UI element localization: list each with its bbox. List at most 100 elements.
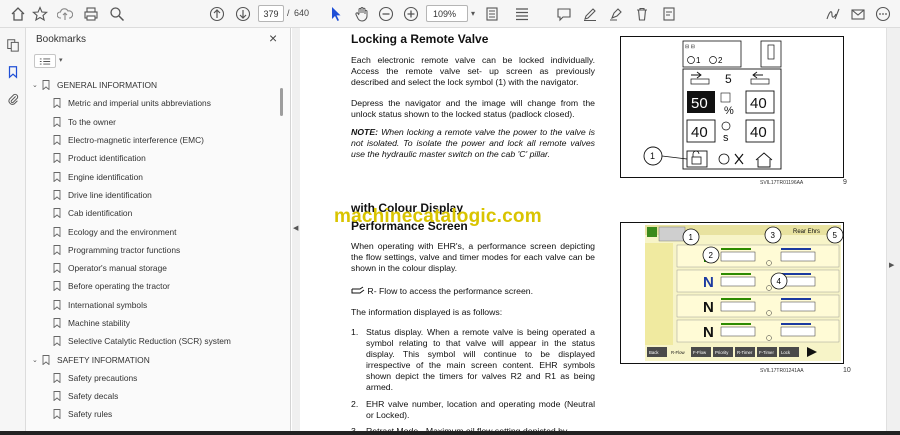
svg-text:40: 40 xyxy=(750,124,767,141)
bookmark-item[interactable]: Safety rules xyxy=(26,405,278,423)
attachment-icon[interactable] xyxy=(4,90,22,108)
page-number-input[interactable]: 379 xyxy=(258,5,284,22)
stamp-icon[interactable] xyxy=(659,4,679,24)
svg-text:F-Flow: F-Flow xyxy=(693,350,707,355)
chevron-down-icon[interactable]: ▾ xyxy=(471,9,475,18)
note-paragraph: NOTE: When locking a remote valve the po… xyxy=(351,127,595,160)
bookmark-icon xyxy=(53,281,61,292)
bookmark-item[interactable]: Programming tractor functions xyxy=(26,241,278,259)
svg-text:Priority: Priority xyxy=(715,350,729,355)
bookmark-label: Safety rules xyxy=(68,409,113,420)
callout-marker: 2 xyxy=(702,246,720,264)
collapse-panel-icon[interactable]: ◀ xyxy=(293,224,298,232)
document-view: ◀ ▶ Locking a Remote Valve Each electron… xyxy=(292,28,900,435)
screen-tab: Lock xyxy=(779,347,799,357)
bookmark-item[interactable]: Before operating the tractor xyxy=(26,277,278,295)
svg-text:⊟ ⊟: ⊟ ⊟ xyxy=(685,44,695,50)
bookmark-icon xyxy=(53,263,61,274)
screen-tab: R-Flow xyxy=(669,347,689,357)
zoom-in-icon[interactable] xyxy=(401,4,421,24)
page-total: 640 xyxy=(294,8,310,18)
highlight-icon[interactable] xyxy=(606,4,626,24)
figure-number: 9 xyxy=(843,179,847,186)
select-cursor-icon[interactable] xyxy=(326,4,346,24)
zoom-out-icon[interactable] xyxy=(376,4,396,24)
svg-text:Back: Back xyxy=(649,350,659,355)
thumbnails-icon[interactable] xyxy=(4,36,22,54)
svg-text:R-Timer: R-Timer xyxy=(737,350,753,355)
scrollbar-thumb[interactable] xyxy=(280,88,283,116)
print-icon[interactable] xyxy=(81,4,101,24)
bookmark-icon xyxy=(53,153,61,164)
scroll-mode-icon[interactable] xyxy=(512,4,532,24)
zoom-level-select[interactable]: 109% xyxy=(426,5,468,22)
bookmark-icon xyxy=(53,244,61,255)
bookmark-item[interactable]: Drive line identification xyxy=(26,186,278,204)
bookmark-icon xyxy=(53,336,61,347)
bookmark-item[interactable]: International symbols xyxy=(26,296,278,314)
bookmark-item[interactable]: Machine stability xyxy=(26,314,278,332)
bookmark-item[interactable]: To the owner xyxy=(26,113,278,131)
paragraph: When operating with EHR's, a performance… xyxy=(351,241,595,273)
star-icon[interactable] xyxy=(30,4,50,24)
home-icon[interactable] xyxy=(8,4,28,24)
chevron-down-icon[interactable]: ▾ xyxy=(59,56,63,64)
chevron-down-icon[interactable]: ⌄ xyxy=(32,81,42,89)
bookmark-item[interactable]: Metric and imperial units abbreviations xyxy=(26,94,278,112)
bookmark-list: ⌄ GENERAL INFORMATION Metric and imperial … xyxy=(26,76,278,434)
svg-text:N: N xyxy=(703,299,714,316)
bookmark-icon[interactable] xyxy=(4,63,22,81)
page-fit-icon[interactable] xyxy=(482,4,502,24)
svg-text:1: 1 xyxy=(696,56,701,65)
bookmark-item[interactable]: Safety precautions xyxy=(26,369,278,387)
bookmark-icon xyxy=(53,189,61,200)
bookmark-section[interactable]: ⌄ GENERAL INFORMATION xyxy=(26,76,278,94)
email-icon[interactable] xyxy=(848,4,868,24)
list-icon xyxy=(39,57,51,65)
bookmark-item[interactable]: Operator's manual storage xyxy=(26,259,278,277)
pen-icon[interactable] xyxy=(580,4,600,24)
svg-text:N: N xyxy=(703,324,714,341)
chevron-down-icon[interactable]: ⌄ xyxy=(32,356,42,364)
svg-text:5: 5 xyxy=(725,72,732,86)
svg-text:F-Timer: F-Timer xyxy=(759,350,774,355)
bookmark-label: Drive line identification xyxy=(68,189,152,200)
page-down-icon[interactable] xyxy=(233,4,253,24)
svg-text:2: 2 xyxy=(718,56,723,65)
bookmark-label: Operator's manual storage xyxy=(68,263,167,274)
bookmark-item[interactable]: Safety decals xyxy=(26,387,278,405)
bookmark-options-button[interactable] xyxy=(34,54,56,68)
close-icon[interactable]: × xyxy=(269,30,277,46)
list-number: 1. xyxy=(351,327,359,337)
paragraph: Each electronic remote valve can be lock… xyxy=(351,55,595,87)
bookmark-label: SAFETY INFORMATION xyxy=(57,354,150,365)
svg-text:1: 1 xyxy=(650,151,655,161)
bookmark-icon xyxy=(53,409,61,420)
bookmark-item[interactable]: Cab identification xyxy=(26,204,278,222)
delete-icon[interactable] xyxy=(632,4,652,24)
bookmark-item[interactable]: Engine identification xyxy=(26,167,278,185)
page-up-icon[interactable] xyxy=(207,4,227,24)
bookmark-item[interactable]: Ecology and the environment xyxy=(26,222,278,240)
bookmark-item[interactable]: Electro-magnetic interference (EMC) xyxy=(26,131,278,149)
expand-panel-icon[interactable]: ▶ xyxy=(889,261,894,269)
list-item: Status display. When a remote valve is b… xyxy=(366,327,595,392)
figure-performance-screen: Rear Ehrs NNNN BackR-FlowF-FlowPriorityR… xyxy=(620,222,844,364)
comment-icon[interactable] xyxy=(554,4,574,24)
hand-tool-icon[interactable] xyxy=(352,4,372,24)
bookmark-item[interactable]: Selective Catalytic Reduction (SCR) syst… xyxy=(26,332,278,350)
bookmark-section[interactable]: ⌄ SAFETY INFORMATION xyxy=(26,350,278,368)
bookmark-label: Programming tractor functions xyxy=(68,244,181,255)
note-text: When locking a remote valve the power to… xyxy=(351,127,595,159)
bookmark-label: Before operating the tractor xyxy=(68,281,170,292)
more-options-icon[interactable] xyxy=(873,4,893,24)
figure-remote-valve-setup: ⊟ ⊟ 1 2 5 50 % 40 40 s 40 1 xyxy=(620,36,844,178)
screen-tab: F-Flow xyxy=(691,347,711,357)
paragraph: The information displayed is as follows: xyxy=(351,307,503,317)
sign-icon[interactable] xyxy=(823,4,843,24)
cloud-upload-icon[interactable] xyxy=(55,4,75,24)
bookmark-icon xyxy=(53,208,61,219)
search-icon[interactable] xyxy=(107,4,127,24)
paragraph: R- Flow to access the performance screen… xyxy=(351,286,595,297)
bookmark-item[interactable]: Product identification xyxy=(26,149,278,167)
